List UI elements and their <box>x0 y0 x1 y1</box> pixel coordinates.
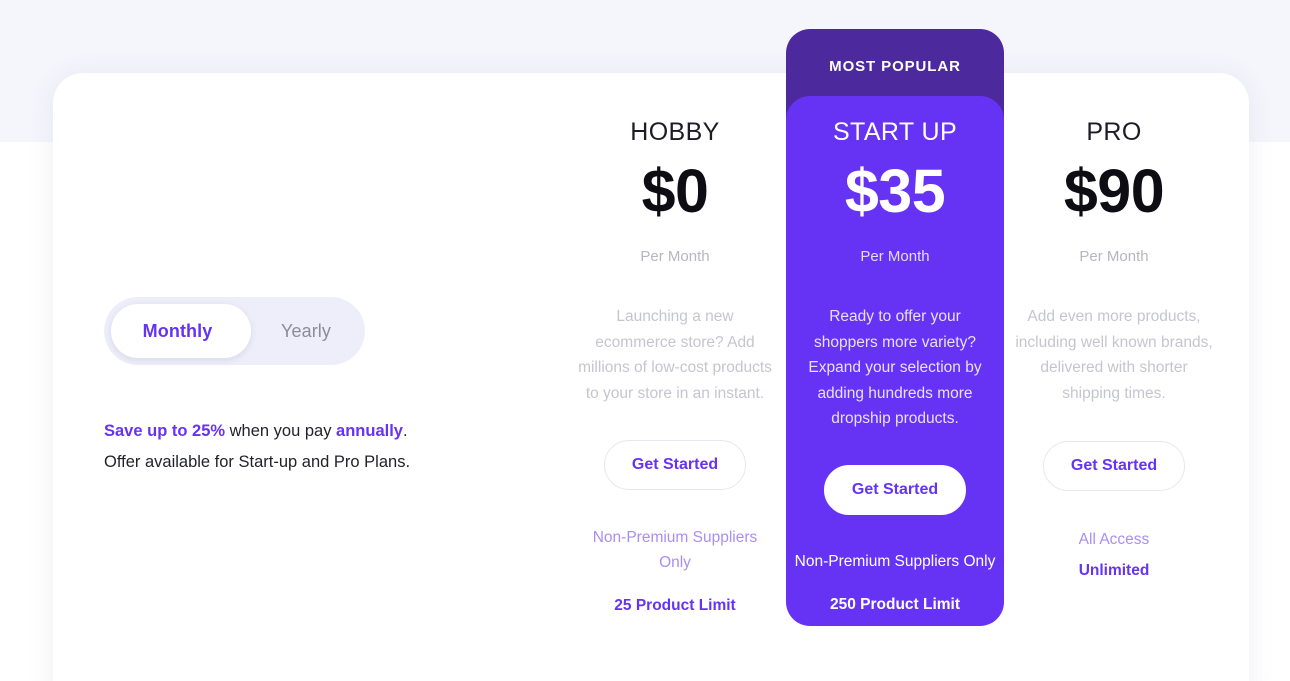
billing-period-toggle[interactable]: Monthly Yearly <box>104 297 365 365</box>
plan-card-hobby: HOBBY $0 Per Month Launching a new ecomm… <box>575 118 775 615</box>
plan-feature-limit: Unlimited <box>1014 562 1214 580</box>
promo-savings-mid: when you pay <box>225 422 336 440</box>
plan-name: PRO <box>1014 118 1214 147</box>
plan-period: Per Month <box>1014 248 1214 265</box>
plan-price: $0 <box>575 159 775 223</box>
promo-savings-term: annually <box>336 422 403 440</box>
plan-feature-limit: 25 Product Limit <box>575 597 775 615</box>
plan-feature-access: All Access <box>1014 527 1214 552</box>
promo-text: Save up to 25% when you pay annually. Of… <box>104 416 534 478</box>
plan-price: $35 <box>786 159 1004 223</box>
toggle-option-yearly[interactable]: Yearly <box>251 321 361 342</box>
plan-card-startup: MOST POPULAR START UP $35 Per Month Read… <box>786 29 1004 626</box>
plan-cta-wrapper: Get Started <box>1014 441 1214 491</box>
plan-period: Per Month <box>575 248 775 265</box>
plan-description: Ready to offer your shoppers more variet… <box>786 304 1004 432</box>
most-popular-badge-label: MOST POPULAR <box>786 58 1004 75</box>
plan-card-startup-body: START UP $35 Per Month Ready to offer yo… <box>786 96 1004 626</box>
get-started-button-startup[interactable]: Get Started <box>824 465 966 515</box>
plan-feature-suppliers: Non-Premium Suppliers Only <box>575 525 775 575</box>
promo-savings-amount: Save up to 25% <box>104 422 225 440</box>
get-started-button-hobby[interactable]: Get Started <box>604 440 746 490</box>
plan-cta-wrapper: Get Started <box>575 440 775 490</box>
plan-description: Add even more products, including well k… <box>1014 304 1214 406</box>
plan-cta-wrapper: Get Started <box>786 465 1004 515</box>
get-started-button-pro[interactable]: Get Started <box>1043 441 1185 491</box>
plan-period: Per Month <box>786 248 1004 265</box>
plan-name: START UP <box>786 118 1004 147</box>
plan-feature-limit: 250 Product Limit <box>786 596 1004 614</box>
promo-line-savings: Save up to 25% when you pay annually. <box>104 416 534 447</box>
plan-name: HOBBY <box>575 118 775 147</box>
plan-feature-suppliers: Non-Premium Suppliers Only <box>786 549 1004 574</box>
plan-description: Launching a new ecommerce store? Add mil… <box>575 304 775 406</box>
promo-savings-end: . <box>403 422 408 440</box>
plan-card-pro: PRO $90 Per Month Add even more products… <box>1014 118 1214 580</box>
promo-line-eligibility: Offer available for Start-up and Pro Pla… <box>104 447 534 478</box>
billing-promo-section: Monthly Yearly Save up to 25% when you p… <box>104 297 534 478</box>
plan-price: $90 <box>1014 159 1214 223</box>
toggle-option-monthly[interactable]: Monthly <box>104 321 251 342</box>
